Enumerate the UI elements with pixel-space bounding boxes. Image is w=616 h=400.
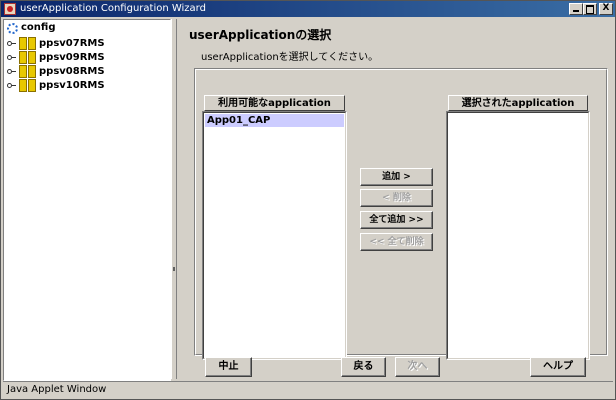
tree-node-label: ppsv10RMS	[39, 80, 105, 91]
pane-splitter[interactable]	[171, 19, 177, 379]
server-icon	[19, 79, 37, 92]
expand-handle-icon[interactable]	[7, 68, 16, 75]
selected-list[interactable]	[446, 111, 590, 360]
server-icon	[19, 65, 37, 78]
expand-handle-icon[interactable]	[7, 54, 16, 61]
minimize-button[interactable]	[569, 3, 583, 15]
server-icon	[19, 51, 37, 64]
available-list-header: 利用可能なapplication	[204, 95, 345, 111]
title-bar[interactable]: userApplication Configuration Wizard X	[1, 1, 615, 17]
server-icon	[19, 37, 37, 50]
tree-node-label: ppsv07RMS	[39, 38, 105, 49]
expand-handle-icon[interactable]	[7, 82, 16, 89]
available-list[interactable]: App01_CAP	[202, 111, 347, 360]
selected-list-header: 選択されたapplication	[448, 95, 588, 111]
tree-root-label: config	[21, 22, 56, 33]
config-icon	[7, 23, 18, 34]
status-bar: Java Applet Window	[3, 381, 613, 399]
back-button[interactable]: 戻る	[341, 357, 386, 377]
wizard-window: userApplication Configuration Wizard X c…	[0, 0, 616, 400]
maximize-button[interactable]	[583, 3, 597, 15]
add-all-button[interactable]: 全て追加 >>	[360, 211, 433, 229]
cancel-button[interactable]: 中止	[205, 357, 252, 377]
close-button[interactable]: X	[599, 3, 613, 15]
config-tree[interactable]: config ppsv07RMS ppsv09RMS ppsv08RMS pps…	[3, 19, 171, 381]
remove-all-button[interactable]: << 全て削除	[360, 233, 433, 251]
main-pane: userApplicationの選択 userApplicationを選択してく…	[179, 19, 613, 379]
page-title: userApplicationの選択	[189, 28, 332, 42]
list-item[interactable]: App01_CAP	[205, 114, 344, 127]
expand-handle-icon[interactable]	[7, 40, 16, 47]
add-button[interactable]: 追加 >	[360, 168, 433, 186]
window-title: userApplication Configuration Wizard	[20, 3, 206, 14]
java-app-icon	[4, 3, 16, 15]
help-button[interactable]: ヘルプ	[530, 357, 586, 377]
remove-button[interactable]: < 削除	[360, 189, 433, 207]
tree-node-label: ppsv08RMS	[39, 66, 105, 77]
tree-node-label: ppsv09RMS	[39, 52, 105, 63]
splitter-grip	[173, 267, 175, 271]
instruction-text: userApplicationを選択してください。	[201, 52, 379, 63]
next-button[interactable]: 次へ	[395, 357, 440, 377]
status-text: Java Applet Window	[7, 384, 107, 395]
